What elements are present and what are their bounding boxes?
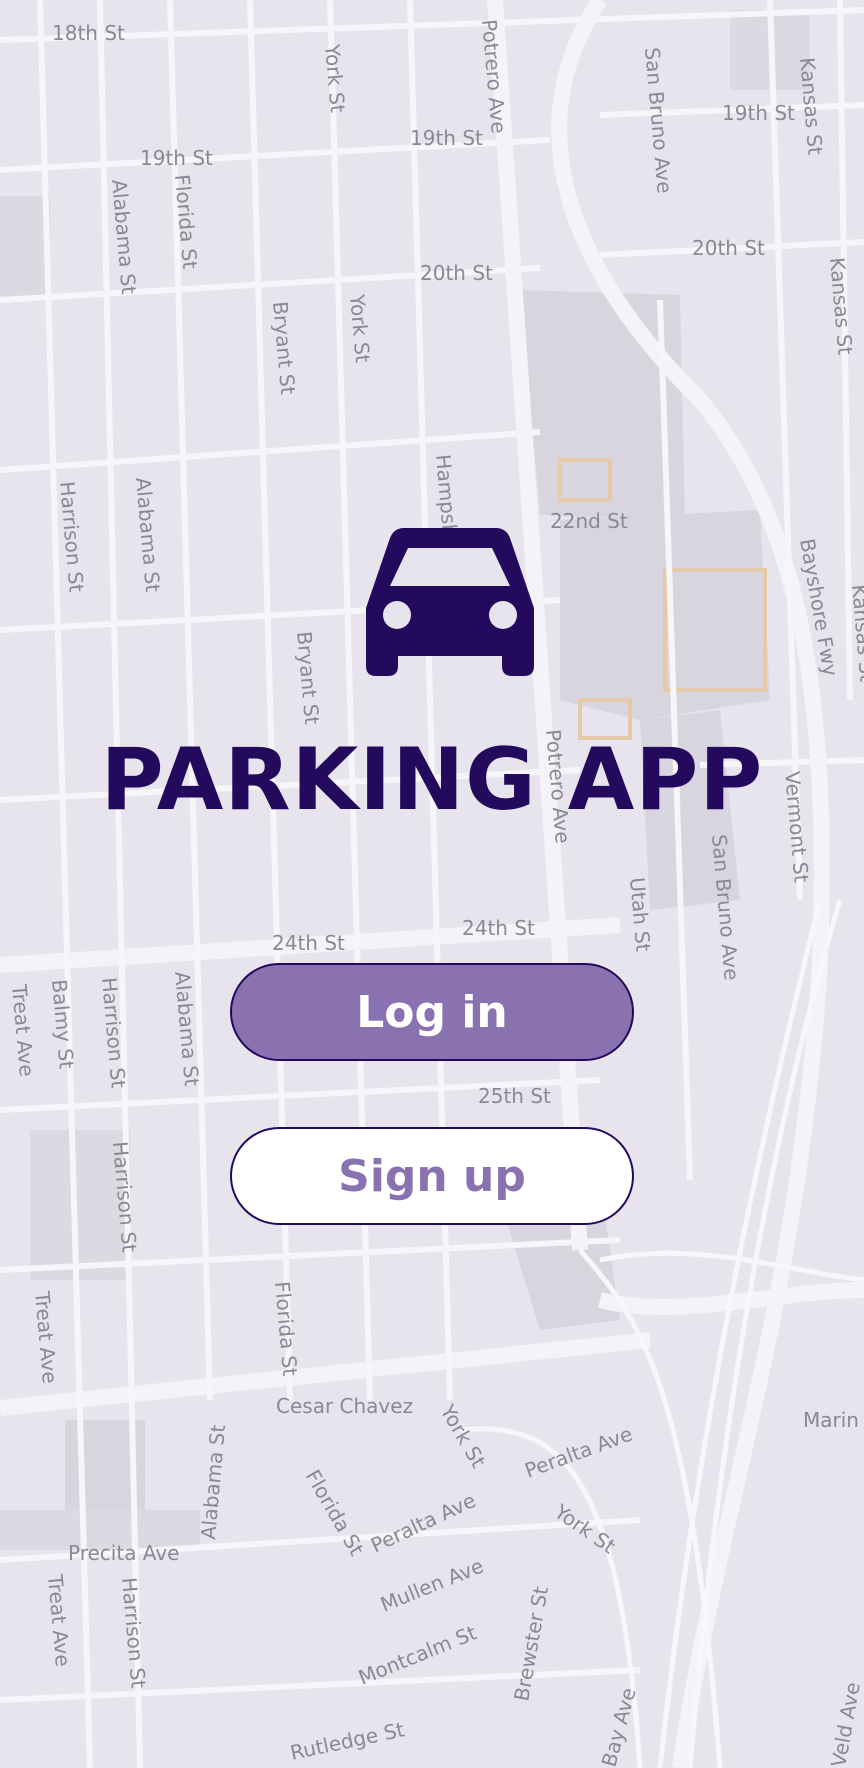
map-label: 25th St <box>478 1084 551 1108</box>
login-button-label: Log in <box>356 986 508 1038</box>
map-label: 22nd St <box>550 509 628 533</box>
map-label: 24th St <box>462 916 535 940</box>
map-label: 19th St <box>410 126 483 150</box>
car-icon <box>366 528 534 676</box>
signup-button-label: Sign up <box>338 1150 526 1202</box>
map-label: Precita Ave <box>68 1541 179 1565</box>
app-title: PARKING APP <box>100 730 764 830</box>
map-label: 19th St <box>722 101 795 125</box>
signup-button[interactable]: Sign up <box>230 1127 634 1225</box>
map-label: 19th St <box>140 146 213 170</box>
map-label: 18th St <box>52 21 125 45</box>
map-label: 24th St <box>272 931 345 955</box>
map-label: 20th St <box>692 236 765 260</box>
map-label: Cesar Chavez <box>276 1394 413 1418</box>
map-label: Marin <box>803 1408 859 1432</box>
map-label: 20th St <box>420 261 493 285</box>
login-button[interactable]: Log in <box>230 963 634 1061</box>
map-background: 18th St 19th St 19th St 19th St 20th St … <box>0 0 864 1768</box>
